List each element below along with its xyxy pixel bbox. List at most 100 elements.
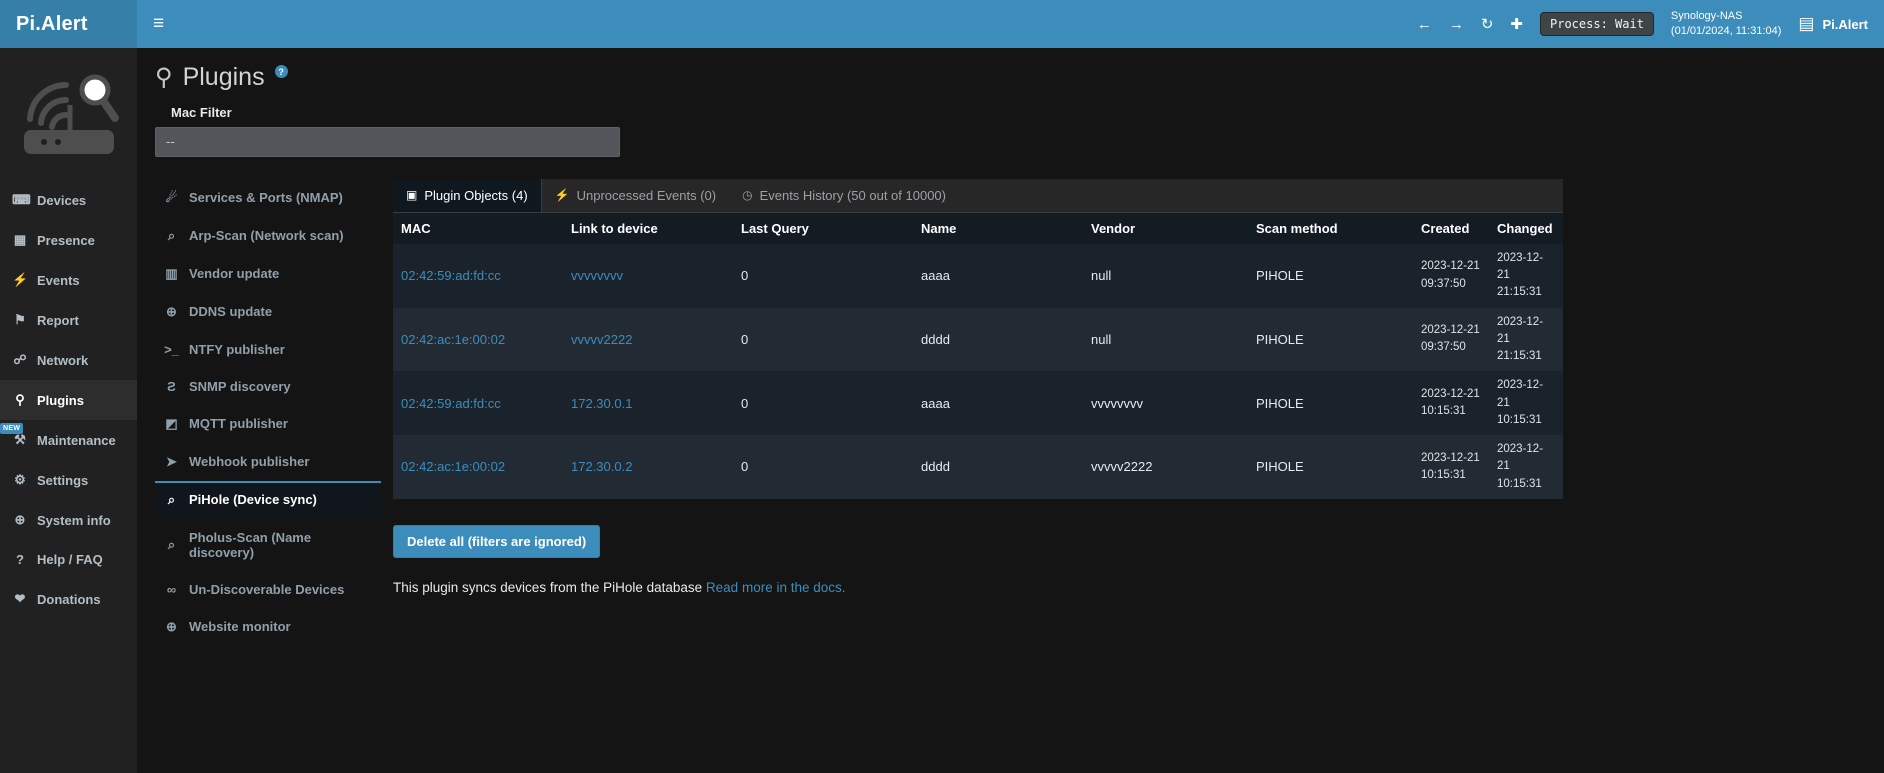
plugin-nav-label: DDNS update — [189, 304, 272, 319]
cell-created: 2023-12-21 09:37:50 — [1413, 308, 1489, 372]
plugin-nav-item-mqtt-publisher[interactable]: ◩MQTT publisher — [155, 405, 381, 443]
plugin-nav-label: SNMP discovery — [189, 379, 291, 394]
cell-link: vvvvv2222 — [563, 308, 733, 372]
sidebar-item-presence[interactable]: ▦ Presence — [0, 220, 137, 260]
plugin-nav-item-ntfy-publisher[interactable]: >_NTFY publisher — [155, 331, 381, 368]
column-header-changed: Changed — [1489, 213, 1563, 244]
table-row: 02:42:ac:1e:00:02vvvvv22220ddddnullPIHOL… — [393, 308, 1563, 372]
plugin-nav-item-webhook-publisher[interactable]: ➤Webhook publisher — [155, 443, 381, 481]
cell-link: vvvvvvvv — [563, 244, 733, 308]
search-icon: ⌕ — [163, 537, 180, 553]
cell-mac: 02:42:59:ad:fd:cc — [393, 244, 563, 308]
sidebar-item-maintenance[interactable]: NEW⚒Maintenance — [0, 420, 137, 460]
sidebar-item-report[interactable]: ⚑Report — [0, 300, 137, 340]
page-header: ⚲ Plugins ? — [155, 64, 1884, 93]
sidebar-item-label: Network — [37, 353, 88, 368]
cell-name: dddd — [913, 308, 1083, 372]
mac-link[interactable]: 02:42:59:ad:fd:cc — [401, 396, 501, 411]
sidebar-item-system-info[interactable]: ⊕System info — [0, 500, 137, 540]
nas-icon: ▤ — [1798, 14, 1814, 34]
plug-icon: ⚲ — [155, 64, 173, 93]
plugin-nav-item-vendor-update[interactable]: ▥Vendor update — [155, 255, 381, 293]
plugin-nav-item-arp-scan-network-scan[interactable]: ⌕Arp-Scan (Network scan) — [155, 217, 381, 255]
plugin-nav-item-un-discoverable-devices[interactable]: ∞Un-Discoverable Devices — [155, 571, 381, 608]
calendar-icon: ▦ — [12, 232, 28, 248]
column-header-mac: MAC — [393, 213, 563, 244]
user-block[interactable]: ▤ Pi.Alert — [1798, 14, 1868, 34]
tab-plugin-objects-4[interactable]: ▣Plugin Objects (4) — [393, 179, 542, 212]
cell-name: dddd — [913, 435, 1083, 499]
sidebar-toggle-icon[interactable]: ≡ — [153, 13, 164, 35]
sidebar-item-events[interactable]: ⚡Events — [0, 260, 137, 300]
refresh-icon[interactable]: ↻ — [1481, 15, 1494, 33]
link-link[interactable]: 172.30.0.2 — [571, 459, 632, 474]
plugin-nav-item-website-monitor[interactable]: ⊕Website monitor — [155, 608, 381, 646]
user-label: Pi.Alert — [1822, 17, 1868, 32]
plugin-nav-label: Pholus-Scan (Name discovery) — [189, 530, 373, 560]
tab-events-history-50-out-of-10000[interactable]: ◷Events History (50 out of 10000) — [729, 179, 959, 212]
plugin-nav-item-pholus-scan-name-discovery[interactable]: ⌕ Pholus-Scan (Name discovery) — [155, 519, 381, 571]
cell-changed: 2023-12-21 21:15:31 — [1489, 244, 1563, 308]
plugin-nav-item-snmp-discovery[interactable]: ƧSNMP discovery — [155, 368, 381, 405]
radar-icon: ☄ — [163, 190, 180, 206]
cell-last_query: 0 — [733, 435, 913, 499]
cell-last_query: 0 — [733, 244, 913, 308]
cell-name: aaaa — [913, 371, 1083, 435]
column-header-vendor: Vendor — [1083, 213, 1248, 244]
tab-label: Events History (50 out of 10000) — [760, 188, 946, 203]
sidebar-item-help-faq[interactable]: ?Help / FAQ — [0, 540, 137, 579]
sidebar-item-donations[interactable]: ❤Donations — [0, 579, 137, 619]
link-link[interactable]: vvvvv2222 — [571, 332, 632, 347]
app-logo[interactable]: Pi.Alert — [0, 0, 137, 48]
search-icon: ⌕ — [163, 228, 180, 244]
tab-unprocessed-events-0[interactable]: ⚡Unprocessed Events (0) — [542, 179, 729, 212]
back-icon[interactable]: ← — [1417, 16, 1432, 33]
plugin-nav-label: MQTT publisher — [189, 416, 288, 431]
plugin-nav-label: PiHole (Device sync) — [189, 492, 317, 507]
binoculars-icon: ∞ — [163, 582, 180, 597]
sidebar-item-devices[interactable]: ⌨Devices — [0, 180, 137, 220]
docs-link[interactable]: Read more in the docs. — [706, 580, 846, 595]
table-row: 02:42:59:ad:fd:ccvvvvvvvv0aaaanullPIHOLE… — [393, 244, 1563, 308]
help-badge[interactable]: ? — [275, 65, 288, 78]
move-icon[interactable]: ✚ — [1510, 15, 1523, 33]
column-header-created: Created — [1413, 213, 1489, 244]
link-link[interactable]: 172.30.0.1 — [571, 396, 632, 411]
plugin-nav-item-ddns-update[interactable]: ⊕DDNS update — [155, 293, 381, 331]
link-link[interactable]: vvvvvvvv — [571, 268, 623, 283]
plugins-content-row: ☄Services & Ports (NMAP)⌕Arp-Scan (Netwo… — [155, 179, 1884, 646]
wrench-icon: ⚒ — [12, 432, 28, 448]
sidebar-item-settings[interactable]: ⚙Settings — [0, 460, 137, 500]
sidebar-item-plugins[interactable]: ⚲Plugins — [0, 380, 137, 420]
plugin-nav-label: NTFY publisher — [189, 342, 285, 357]
sidebar-item-network[interactable]: ☍Network — [0, 340, 137, 380]
sidebar-menu: ⌨Devices ▦ Presence ⚡Events⚑Report☍Network⚲… — [0, 180, 137, 619]
mac-filter-input[interactable] — [155, 127, 620, 157]
mac-link[interactable]: 02:42:59:ad:fd:cc — [401, 268, 501, 283]
cell-last_query: 0 — [733, 308, 913, 372]
cell-changed: 2023-12-21 10:15:31 — [1489, 371, 1563, 435]
plugin-nav-item-pihole-device-sync[interactable]: ⌕ PiHole (Device sync) — [155, 481, 381, 519]
mac-link[interactable]: 02:42:ac:1e:00:02 — [401, 459, 505, 474]
sidebar-item-label: Plugins — [37, 393, 84, 408]
cell-name: aaaa — [913, 244, 1083, 308]
globe-icon: ⊕ — [12, 512, 28, 528]
cell-scan_method: PIHOLE — [1248, 371, 1413, 435]
delete-all-button[interactable]: Delete all (filters are ignored) — [393, 525, 600, 558]
process-status-badge: Process: Wait — [1540, 12, 1654, 36]
search-icon: ⌕ — [163, 492, 180, 508]
table-row: 02:42:ac:1e:00:02172.30.0.20ddddvvvvv222… — [393, 435, 1563, 499]
cell-mac: 02:42:ac:1e:00:02 — [393, 308, 563, 372]
flag-icon: ⚑ — [12, 312, 28, 328]
bolt-icon: ⚡ — [12, 272, 28, 288]
column-header-scan-method: Scan method — [1248, 213, 1413, 244]
table-header-row: MACLink to deviceLast QueryNameVendorSca… — [393, 213, 1563, 244]
plugin-nav-item-services-ports-nmap[interactable]: ☄Services & Ports (NMAP) — [155, 179, 381, 217]
host-name: Synology-NAS — [1671, 9, 1782, 24]
forward-icon[interactable]: → — [1449, 16, 1464, 33]
table-row: 02:42:59:ad:fd:cc172.30.0.10aaaavvvvvvvv… — [393, 371, 1563, 435]
mac-link[interactable]: 02:42:ac:1e:00:02 — [401, 332, 505, 347]
sidebar-item-label: Presence — [37, 233, 95, 248]
cell-vendor: null — [1083, 244, 1248, 308]
plugin-description: This plugin syncs devices from the PiHol… — [393, 580, 1563, 595]
